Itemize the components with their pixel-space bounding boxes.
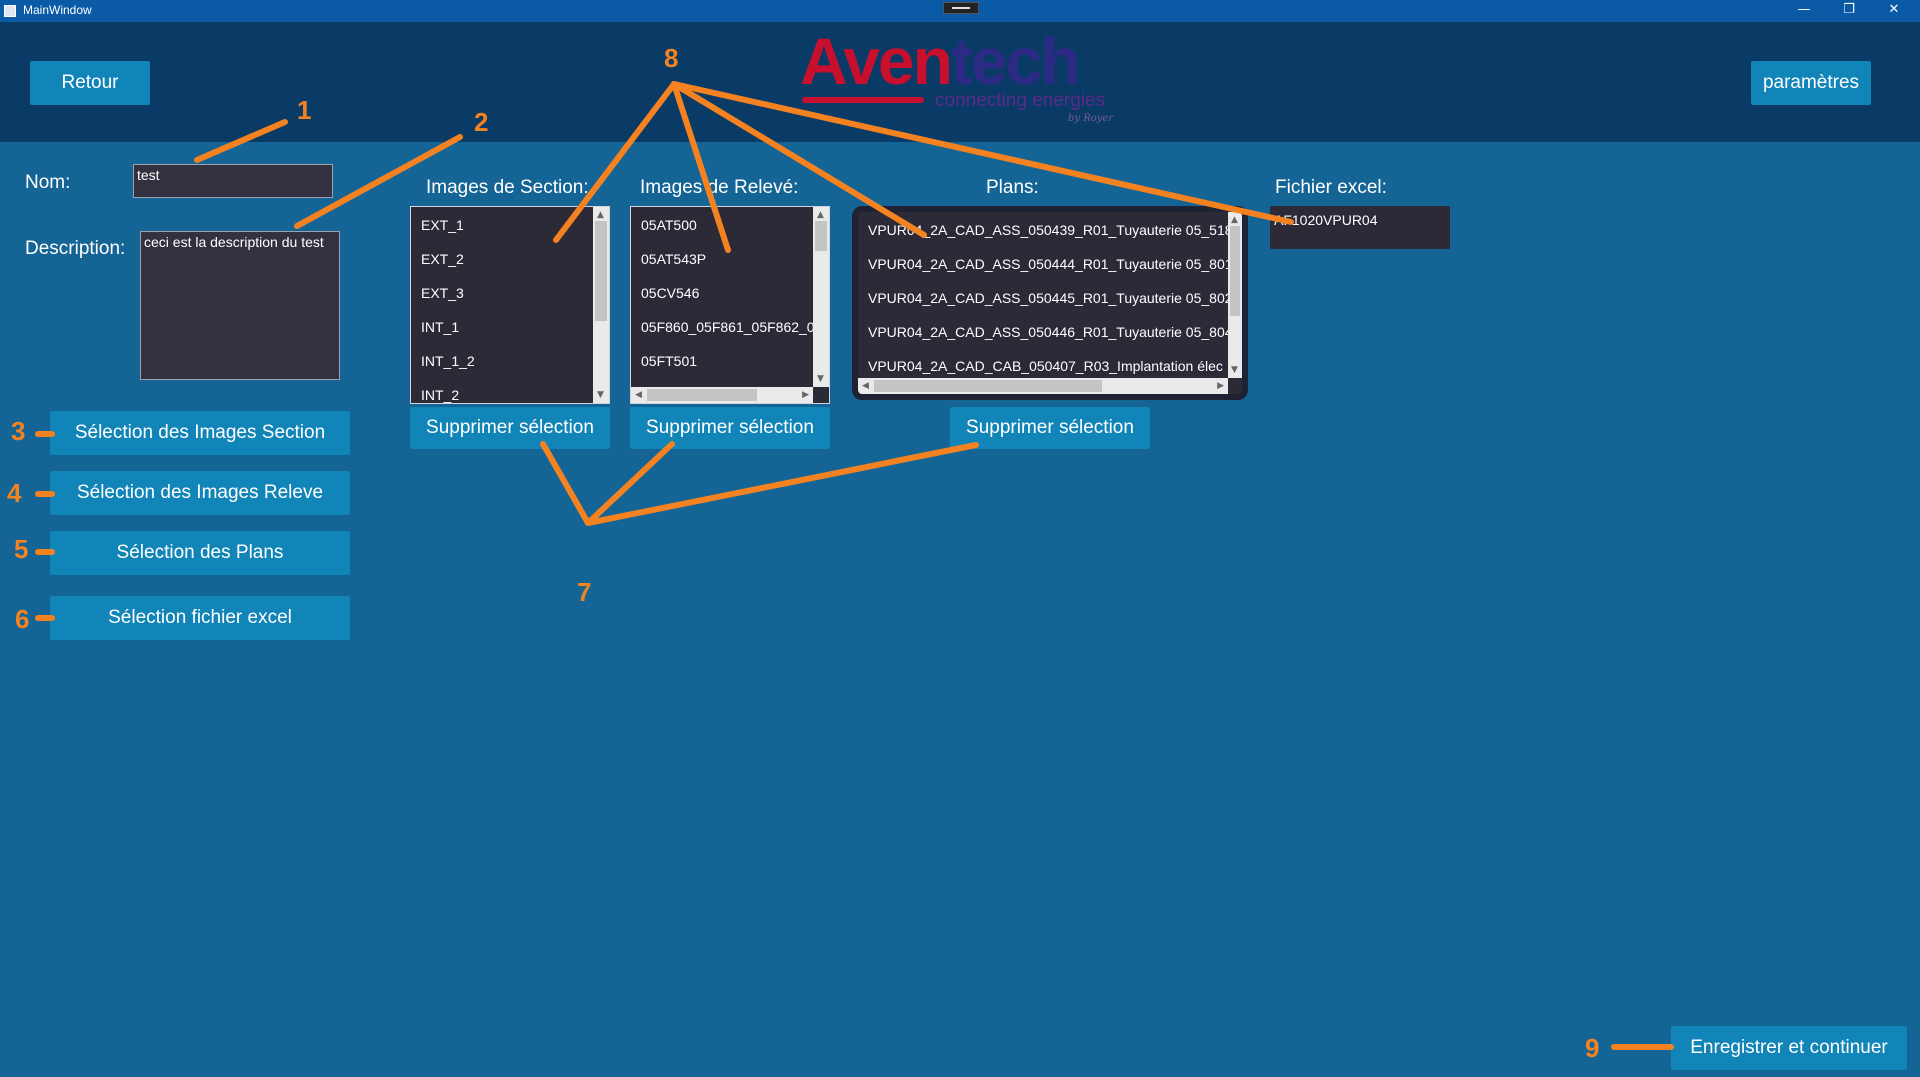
scroll-down-icon[interactable]: ▼ xyxy=(1231,365,1238,375)
scroll-up-icon[interactable]: ▲ xyxy=(817,210,824,220)
list-item[interactable]: 05F860_05F861_05F862_0 xyxy=(641,319,815,335)
logo-byline: by Royer xyxy=(1068,113,1114,124)
list-item[interactable]: VPUR04_2A_CAD_ASS_050445_R01_Tuyauterie … xyxy=(868,290,1230,306)
annotation-7: 7 xyxy=(577,577,592,607)
select-releve-images-button[interactable]: Sélection des Images Releve xyxy=(50,471,350,515)
scroll-down-icon[interactable]: ▼ xyxy=(597,390,604,400)
logo-swoosh xyxy=(802,97,924,103)
list-item[interactable]: 05AT500 xyxy=(641,217,697,233)
name-label: Nom: xyxy=(25,172,71,193)
name-input[interactable]: test xyxy=(133,164,333,198)
vertical-scrollbar[interactable]: ▲ ▼ xyxy=(593,207,609,403)
list-item[interactable]: EXT_3 xyxy=(421,285,464,301)
scrollbar-thumb[interactable] xyxy=(815,221,827,251)
save-continue-button[interactable]: Enregistrer et continuer xyxy=(1671,1026,1907,1070)
section-list-label: Images de Section: xyxy=(426,177,589,198)
logo-word-b: tech xyxy=(950,24,1081,98)
annotation-5: 5 xyxy=(14,534,29,564)
annotation-4: 4 xyxy=(7,478,22,508)
releve-list-label: Images de Relevé: xyxy=(640,177,799,198)
remove-plans-selection-button[interactable]: Supprimer sélection xyxy=(950,407,1150,449)
remove-releve-selection-button[interactable]: Supprimer sélection xyxy=(630,407,830,449)
select-excel-button[interactable]: Sélection fichier excel xyxy=(50,596,350,640)
scrollbar-thumb[interactable] xyxy=(595,221,607,321)
list-item[interactable]: 05AT543P xyxy=(641,251,706,267)
window-title-bar: MainWindow — ❐ ✕ xyxy=(0,0,1920,22)
annotation-1: 1 xyxy=(297,95,312,125)
annotation-6: 6 xyxy=(15,604,30,634)
list-item[interactable]: INT_1_2 xyxy=(421,353,475,369)
section-images-list[interactable]: EXT_1 EXT_2 EXT_3 INT_1 INT_1_2 INT_2 ▲ … xyxy=(410,206,610,404)
drag-handle-icon[interactable] xyxy=(943,2,979,14)
scrollbar-thumb[interactable] xyxy=(1230,226,1240,316)
restore-icon[interactable]: ❐ xyxy=(1827,0,1871,22)
plans-list[interactable]: VPUR04_2A_CAD_ASS_050439_R01_Tuyauterie … xyxy=(852,206,1248,400)
remove-section-selection-button[interactable]: Supprimer sélection xyxy=(410,407,610,449)
logo-word-a: Aven xyxy=(800,24,953,98)
scroll-left-icon[interactable]: ◀ xyxy=(635,390,642,400)
list-item[interactable]: VPUR04_2A_CAD_ASS_050444_R01_Tuyauterie … xyxy=(868,256,1230,272)
vertical-scrollbar[interactable]: ▲ ▼ xyxy=(813,207,829,387)
list-item[interactable]: VPUR04_2A_CAD_ASS_050446_R01_Tuyauterie … xyxy=(868,324,1230,340)
scroll-down-icon[interactable]: ▼ xyxy=(817,374,824,384)
list-item[interactable]: EXT_2 xyxy=(421,251,464,267)
scroll-left-icon[interactable]: ◀ xyxy=(862,381,869,391)
horizontal-scrollbar[interactable]: ◀ ▶ xyxy=(631,387,813,403)
settings-button[interactable]: paramètres xyxy=(1751,61,1871,105)
annotation-8: 8 xyxy=(664,43,679,73)
select-section-images-button[interactable]: Sélection des Images Section xyxy=(50,411,350,455)
description-label: Description: xyxy=(25,238,126,259)
list-item[interactable]: VPUR04_2A_CAD_ASS_050439_R01_Tuyauterie … xyxy=(868,222,1230,238)
horizontal-scrollbar[interactable]: ◀ ▶ xyxy=(858,378,1228,394)
list-item[interactable]: 05FT501 xyxy=(641,353,697,369)
list-item[interactable]: 05CV546 xyxy=(641,285,699,301)
list-item[interactable]: INT_2 xyxy=(421,387,459,403)
app-icon xyxy=(4,5,16,17)
scrollbar-thumb[interactable] xyxy=(647,389,757,401)
scroll-up-icon[interactable]: ▲ xyxy=(1231,215,1238,225)
list-item[interactable]: INT_1 xyxy=(421,319,459,335)
plans-list-label: Plans: xyxy=(986,177,1039,198)
releve-images-list[interactable]: 05AT500 05AT543P 05CV546 05F860_05F861_0… xyxy=(630,206,830,404)
logo-tagline: connecting energies xyxy=(935,90,1106,111)
description-textarea[interactable]: ceci est la description du test xyxy=(140,231,340,380)
scroll-right-icon[interactable]: ▶ xyxy=(802,390,809,400)
list-item[interactable]: EXT_1 xyxy=(421,217,464,233)
select-plans-button[interactable]: Sélection des Plans xyxy=(50,531,350,575)
excel-file-field[interactable]: AF1020VPUR04 xyxy=(1270,206,1450,249)
annotation-9: 9 xyxy=(1585,1033,1600,1063)
back-button[interactable]: Retour xyxy=(30,61,150,105)
minimize-icon[interactable]: — xyxy=(1782,0,1826,22)
scrollbar-thumb[interactable] xyxy=(874,380,1102,392)
vertical-scrollbar[interactable]: ▲ ▼ xyxy=(1228,212,1242,378)
scroll-right-icon[interactable]: ▶ xyxy=(1217,381,1224,391)
list-item[interactable]: VPUR04_2A_CAD_CAB_050407_R03_Implantatio… xyxy=(868,358,1230,374)
annotation-2: 2 xyxy=(474,107,489,137)
excel-label: Fichier excel: xyxy=(1275,177,1387,198)
window-title: MainWindow xyxy=(23,3,92,17)
scroll-up-icon[interactable]: ▲ xyxy=(597,210,604,220)
close-icon[interactable]: ✕ xyxy=(1872,0,1916,22)
annotation-3: 3 xyxy=(11,416,26,446)
